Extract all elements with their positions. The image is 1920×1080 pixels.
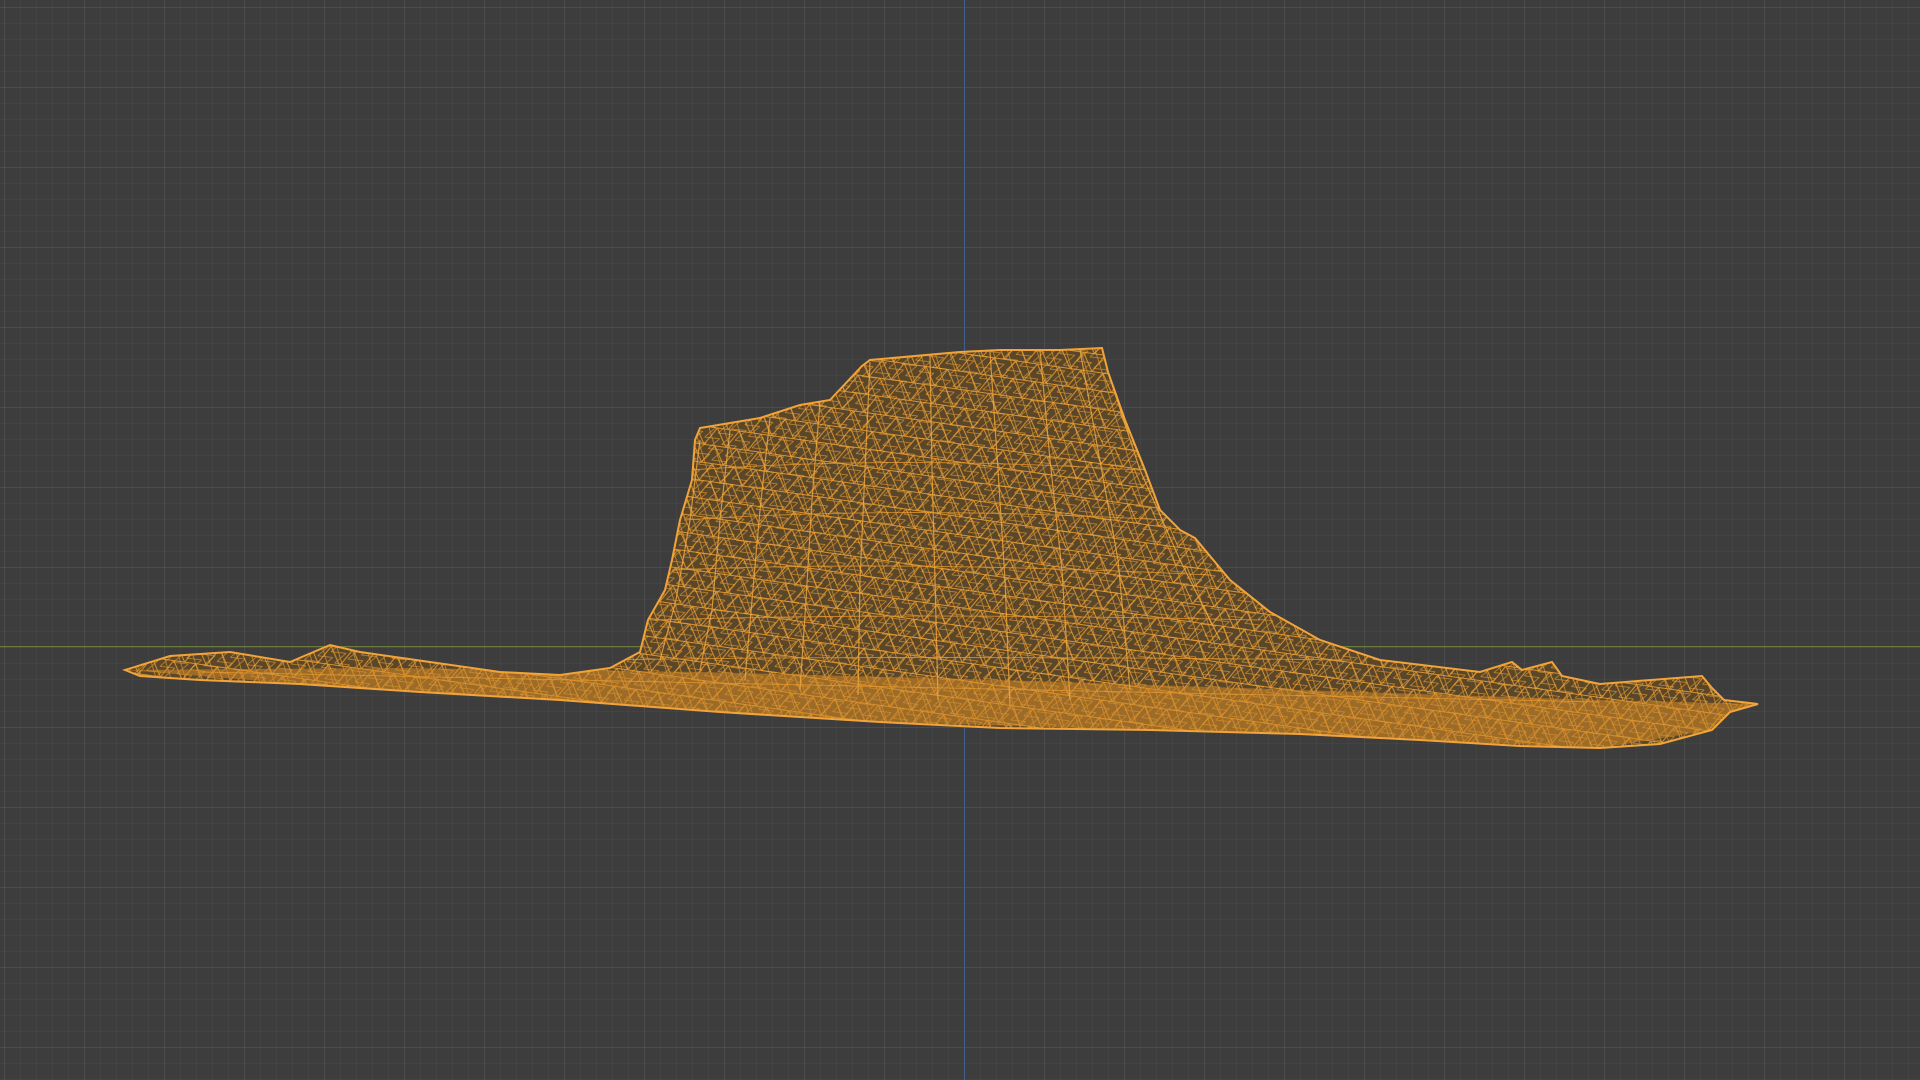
wireframe-mesh[interactable] <box>0 0 1920 1080</box>
3d-viewport[interactable] <box>0 0 1920 1080</box>
